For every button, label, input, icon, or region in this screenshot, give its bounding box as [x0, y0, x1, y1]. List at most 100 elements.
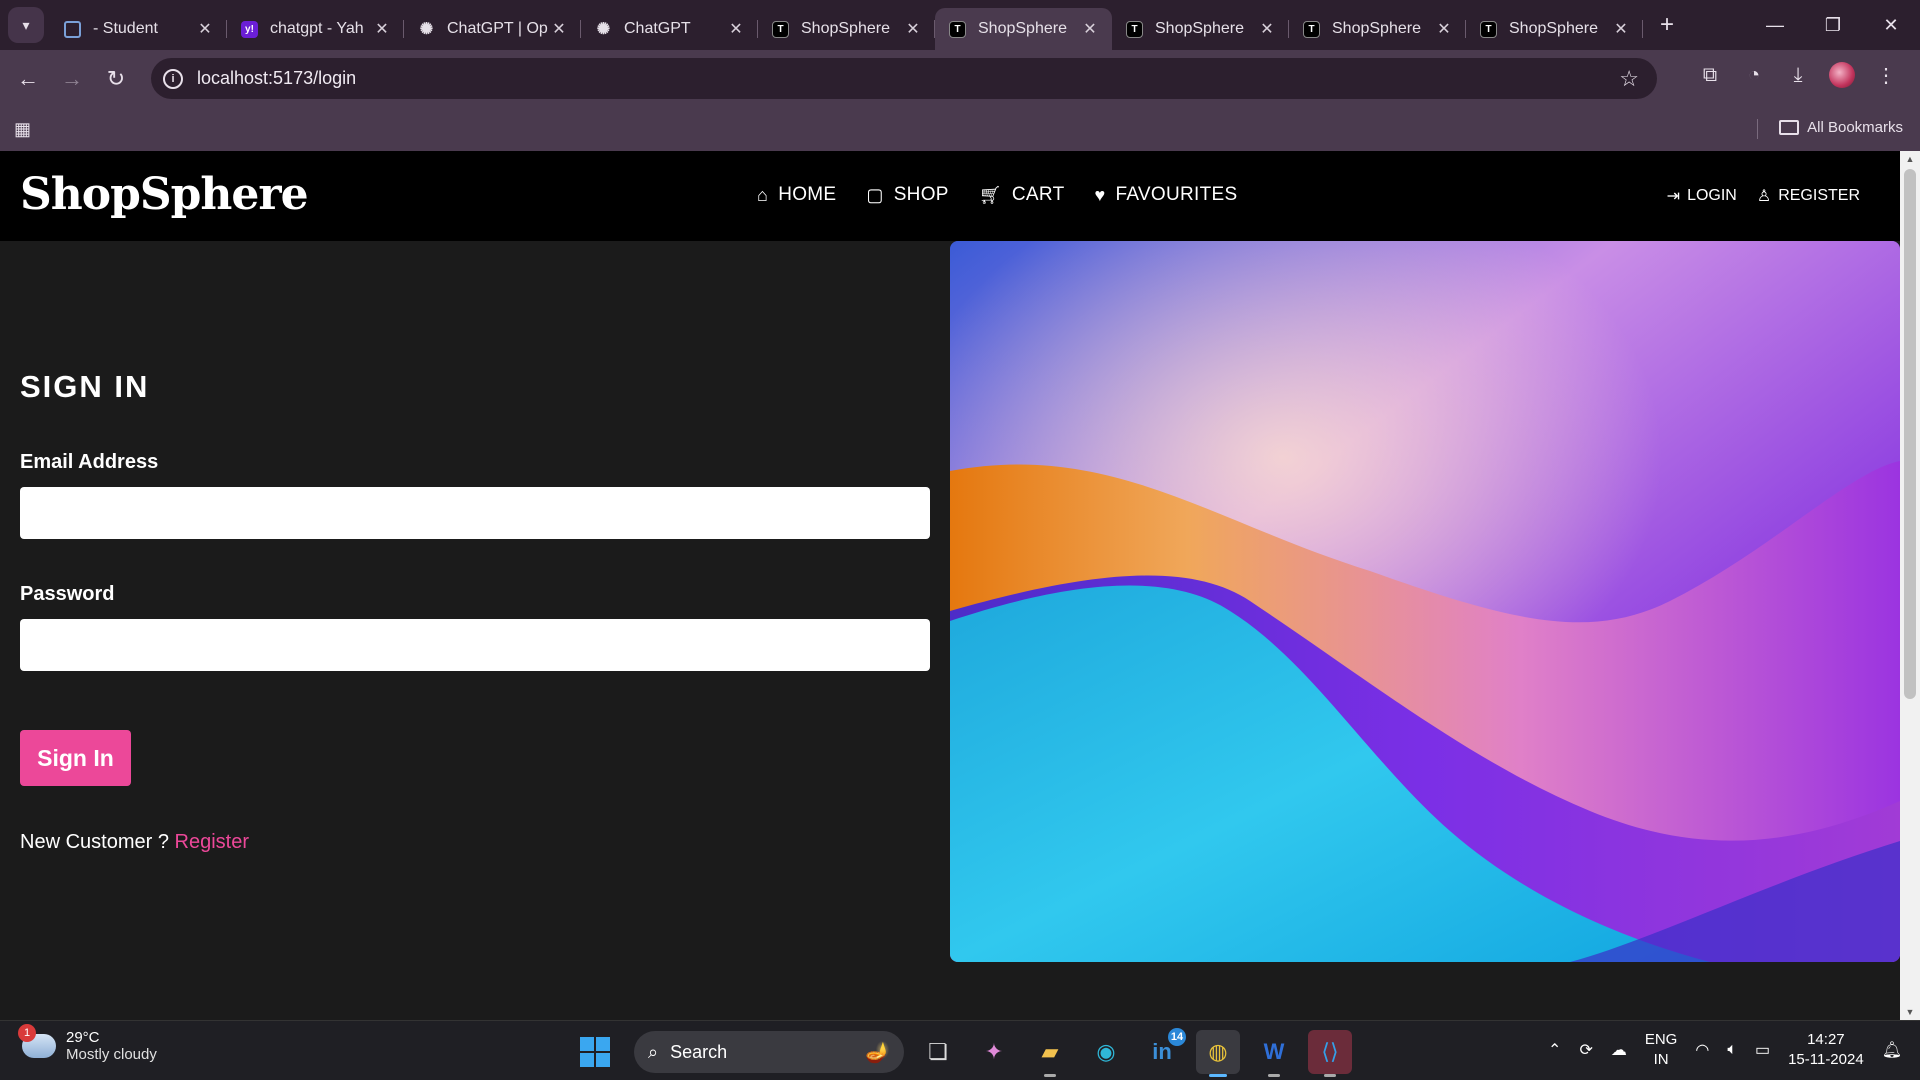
notification-bell-icon[interactable]: 🔔︎	[1882, 1040, 1902, 1060]
page-scrollbar[interactable]: ▲ ▼	[1900, 151, 1920, 1020]
t-icon: T	[1480, 20, 1497, 38]
windows-start-icon[interactable]	[580, 1037, 610, 1067]
vscode-icon[interactable]: ⟨⟩	[1308, 1030, 1352, 1077]
edge-icon[interactable]: ◉	[1084, 1030, 1128, 1074]
tab-title: ChatGPT | Op	[447, 20, 548, 37]
restore-icon[interactable]: ❐	[1804, 15, 1862, 36]
sign-in-button[interactable]: Sign In	[20, 730, 131, 786]
browser-tab[interactable]: ✺ ChatGPT ✕	[581, 8, 758, 50]
doc-icon	[64, 20, 81, 38]
hero-wallpaper-image	[950, 241, 1900, 962]
close-icon[interactable]: ✕	[726, 19, 746, 39]
sync-icon[interactable]: ⟳	[1579, 1040, 1592, 1060]
address-bar[interactable]: i localhost:5173/login ☆	[151, 58, 1657, 99]
onedrive-cloud-icon[interactable]: ☁	[1611, 1040, 1627, 1060]
apps-grid-icon[interactable]: ▦	[14, 119, 31, 140]
scrollbar-thumb[interactable]	[1904, 169, 1916, 699]
close-icon[interactable]: ✕	[1257, 19, 1277, 39]
nav-label: CART	[1011, 184, 1065, 205]
all-bookmarks-button[interactable]: All Bookmarks	[1779, 119, 1903, 136]
nav-favourites[interactable]: ♥ FAVOURITES	[1094, 184, 1237, 206]
close-icon[interactable]: ✕	[1611, 19, 1631, 39]
heart-icon: ♥	[1094, 184, 1106, 205]
page-title: SIGN IN	[20, 369, 150, 404]
copilot-icon[interactable]: ✦	[972, 1030, 1016, 1074]
close-icon[interactable]: ✕	[195, 19, 215, 39]
browser-tab[interactable]: - Student ✕	[50, 8, 227, 50]
password-label: Password	[20, 583, 115, 605]
linkedin-icon[interactable]: in 14	[1140, 1028, 1186, 1074]
close-window-icon[interactable]: ✕	[1862, 15, 1920, 36]
chrome-icon[interactable]: ◍	[1196, 1030, 1240, 1077]
nav-label: REGISTER	[1778, 187, 1860, 204]
email-field[interactable]	[20, 487, 930, 539]
browser-tab[interactable]: T ShopSphere ✕	[1289, 8, 1466, 50]
password-field[interactable]	[20, 619, 930, 671]
scroll-up-arrow-icon[interactable]: ▲	[1900, 154, 1920, 164]
new-customer-text: New Customer ?	[20, 831, 169, 853]
file-explorer-icon[interactable]: ▰	[1028, 1030, 1072, 1077]
back-icon[interactable]: ←	[6, 66, 50, 92]
reload-icon[interactable]: ↻	[94, 66, 138, 92]
more-menu-icon[interactable]: ⋮	[1864, 63, 1908, 88]
nav-shop[interactable]: ▢ SHOP	[866, 184, 948, 206]
close-icon[interactable]: ✕	[549, 19, 569, 39]
forward-icon[interactable]: →	[50, 66, 94, 92]
nav-cart[interactable]: 🛒︎ CART	[979, 184, 1065, 206]
tab-search-button[interactable]: ▾	[8, 7, 44, 43]
weather-widget[interactable]: 1 29°C Mostly cloudy	[18, 1024, 157, 1063]
scroll-down-arrow-icon[interactable]: ▼	[1900, 1007, 1920, 1017]
close-icon[interactable]: ✕	[372, 19, 392, 39]
tab-title: ShopSphere	[801, 20, 890, 37]
folder-icon	[1779, 120, 1800, 135]
weather-condition: Mostly cloudy	[66, 1046, 157, 1063]
register-link[interactable]: Register	[175, 831, 249, 853]
nav-home[interactable]: ⌂ HOME	[757, 184, 836, 206]
profile-avatar[interactable]	[1829, 62, 1855, 88]
site-info-icon[interactable]: i	[163, 68, 183, 89]
browser-tab[interactable]: T ShopSphere ✕	[758, 8, 935, 50]
volume-icon[interactable]: 🔈︎	[1727, 1041, 1737, 1059]
url-text[interactable]: localhost:5173/login	[197, 68, 356, 89]
site-logo[interactable]: ShopSphere	[20, 169, 309, 220]
system-tray: ⌃ ⟳ ☁ ENG IN ◠ 🔈︎ ▭ 14:27 15-11-2024 🔔︎	[1548, 1030, 1902, 1070]
nav-login[interactable]: ⇥ LOGIN	[1667, 186, 1737, 206]
battery-icon[interactable]: ▭	[1755, 1040, 1770, 1060]
user-icon: ♙	[1756, 188, 1772, 205]
weather-temp: 29°C	[66, 1029, 100, 1046]
clock-time: 14:27	[1807, 1031, 1845, 1048]
tab-title: ShopSphere	[1509, 20, 1598, 37]
performance-icon[interactable]: ◔	[1732, 64, 1776, 87]
browser-tab-active[interactable]: T ShopSphere ✕	[935, 8, 1112, 50]
word-icon[interactable]: W	[1252, 1030, 1296, 1077]
t-icon: T	[1303, 20, 1320, 38]
tab-title: ShopSphere	[1332, 20, 1421, 37]
nav-register[interactable]: ♙ REGISTER	[1757, 186, 1860, 206]
close-icon[interactable]: ✕	[1434, 19, 1454, 39]
task-view-icon[interactable]: ❏	[916, 1030, 960, 1074]
nav-label: LOGIN	[1687, 187, 1737, 204]
wifi-icon[interactable]: ◠	[1695, 1040, 1709, 1060]
linkedin-badge: 14	[1168, 1028, 1186, 1046]
clock[interactable]: 14:27 15-11-2024	[1788, 1030, 1864, 1070]
close-icon[interactable]: ✕	[1080, 19, 1100, 39]
tab-title: chatgpt - Yah	[270, 20, 364, 37]
download-icon[interactable]: ⤓	[1776, 64, 1820, 87]
chevron-up-icon[interactable]: ⌃	[1548, 1040, 1561, 1060]
close-icon[interactable]: ✕	[903, 19, 923, 39]
taskbar-search[interactable]: ⌕ Search 🪔	[634, 1031, 904, 1073]
login-icon: ⇥	[1666, 188, 1681, 205]
extensions-icon[interactable]: ⧉	[1688, 64, 1732, 87]
search-icon: ⌕	[648, 1041, 659, 1062]
bookmark-star-icon[interactable]: ☆	[1619, 66, 1639, 92]
new-tab-button[interactable]: +	[1649, 11, 1685, 39]
nav-label: SHOP	[893, 184, 949, 205]
browser-tab[interactable]: y! chatgpt - Yah ✕	[227, 8, 404, 50]
browser-tab[interactable]: T ShopSphere ✕	[1466, 8, 1643, 50]
nav-label: HOME	[778, 184, 837, 205]
minimize-icon[interactable]: —	[1746, 15, 1804, 36]
browser-tab[interactable]: ✺ ChatGPT | Op ✕	[404, 8, 581, 50]
language-indicator[interactable]: ENG IN	[1645, 1030, 1678, 1070]
browser-tab[interactable]: T ShopSphere ✕	[1112, 8, 1289, 50]
openai-icon: ✺	[419, 21, 434, 38]
